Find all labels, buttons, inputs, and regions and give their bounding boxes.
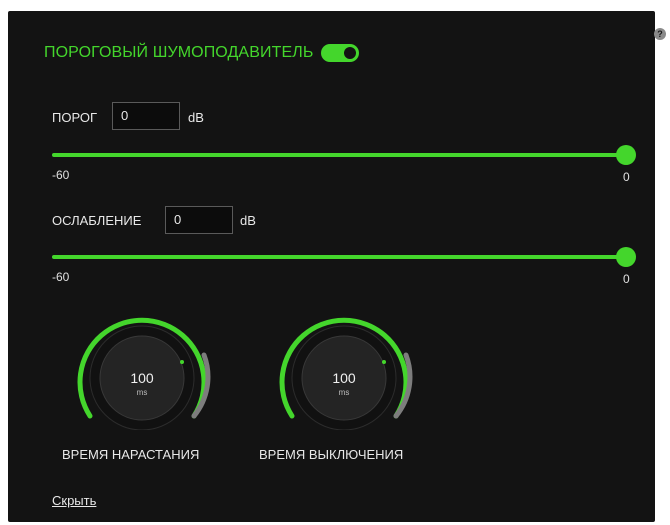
release-time-knob[interactable]: 100 ms: [274, 310, 414, 430]
attack-time-label: ВРЕМЯ НАРАСТАНИЯ: [62, 447, 200, 462]
help-icon[interactable]: ?: [654, 28, 666, 40]
threshold-input[interactable]: 0: [112, 102, 180, 130]
toggle-knob: [344, 47, 357, 59]
attenuation-input[interactable]: 0: [165, 206, 233, 234]
attenuation-max-label: 0: [623, 272, 630, 286]
threshold-unit: dB: [188, 110, 204, 125]
attack-knob-value: 100: [130, 370, 154, 386]
release-time-label: ВРЕМЯ ВЫКЛЮЧЕНИЯ: [259, 447, 404, 462]
release-knob-value: 100: [332, 370, 356, 386]
attenuation-slider-track[interactable]: [52, 255, 626, 259]
section-title: ПОРОГОВЫЙ ШУМОПОДАВИТЕЛЬ: [44, 44, 314, 61]
threshold-min-label: -60: [52, 168, 70, 182]
hide-link[interactable]: Скрыть: [52, 493, 96, 508]
attack-knob-unit: ms: [136, 388, 148, 397]
attenuation-label: ОСЛАБЛЕНИЕ: [52, 213, 142, 228]
threshold-label: ПОРОГ: [52, 110, 97, 125]
threshold-max-label: 0: [623, 170, 630, 184]
attack-time-knob[interactable]: 100 ms: [72, 310, 212, 430]
release-knob-unit: ms: [338, 388, 350, 397]
attenuation-slider-thumb[interactable]: [616, 247, 636, 267]
threshold-slider-track[interactable]: [52, 153, 626, 157]
attenuation-min-label: -60: [52, 270, 70, 284]
attenuation-unit: dB: [240, 213, 256, 228]
threshold-slider-thumb[interactable]: [616, 145, 636, 165]
enable-toggle[interactable]: [321, 44, 360, 62]
header-row: ПОРОГОВЫЙ ШУМОПОДАВИТЕЛЬ: [44, 44, 360, 62]
noise-gate-panel: [8, 11, 655, 522]
